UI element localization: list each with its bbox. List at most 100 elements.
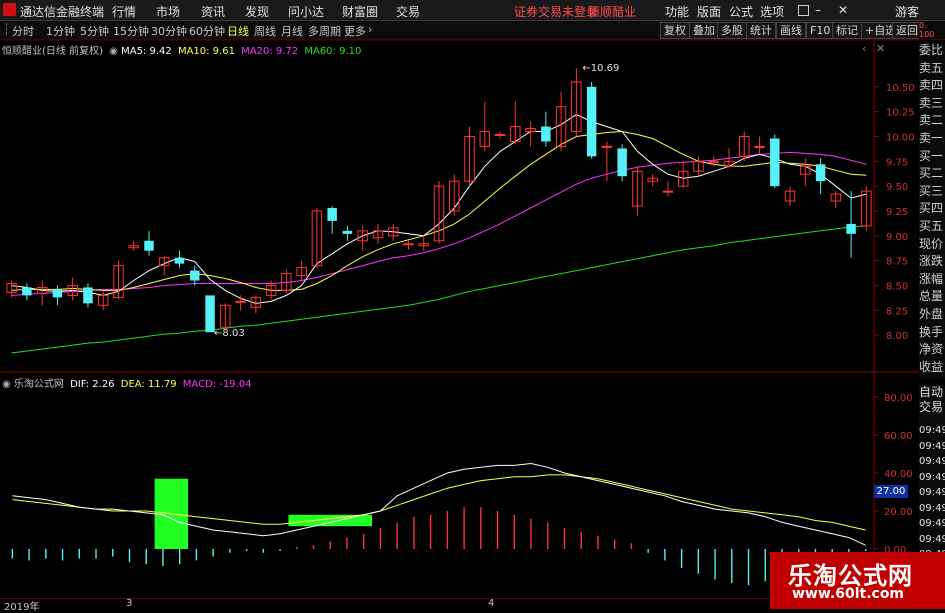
- quote-row-label: 委比: [919, 43, 944, 57]
- chart-collapse-icon[interactable]: ‹: [862, 42, 866, 55]
- dea-line: [12, 474, 866, 531]
- multi-stock-button[interactable]: 多股: [717, 22, 747, 39]
- quote-row-label: 卖一: [919, 130, 944, 145]
- ma60-line: [11, 225, 867, 354]
- menu-news[interactable]: 资讯: [201, 3, 225, 20]
- mark-button[interactable]: 标记: [832, 22, 862, 39]
- period-60min[interactable]: 60分钟: [189, 23, 225, 39]
- menu-options[interactable]: 选项: [760, 3, 784, 20]
- candle-body-up: [708, 160, 719, 163]
- adjust-button[interactable]: 复权: [660, 22, 690, 39]
- price-tick-label: 9.75: [886, 157, 908, 168]
- trade-time: 09:49: [919, 533, 945, 545]
- period-tick[interactable]: 分时: [12, 23, 34, 39]
- candle-body-up: [235, 300, 246, 303]
- overlay-button[interactable]: 叠加: [689, 22, 719, 39]
- settings-gear-icon[interactable]: ◉: [109, 46, 118, 57]
- period-15min[interactable]: 15分钟: [113, 23, 149, 39]
- price-legend: 恒顺醋业(日线 前复权) ◉ MA5: 9.42 MA10: 9.61 MA20…: [2, 42, 361, 57]
- candle-body-down: [541, 126, 551, 142]
- period-daily[interactable]: 日线: [227, 23, 249, 39]
- period-monthly[interactable]: 月线: [281, 23, 303, 39]
- window-icon[interactable]: [798, 5, 809, 16]
- toolbar-grip-icon: ┆: [3, 23, 10, 36]
- chart-area[interactable]: 10.50 10.25 10.00 9.75 9.50 9.25 9.00 8.75 8.50 8…: [0, 40, 919, 609]
- draw-line-button[interactable]: 画线: [776, 22, 806, 39]
- guest-label[interactable]: 游客: [895, 3, 919, 20]
- quote-panel: 委比 卖五 卖四 卖三 卖二 卖一 买一 买二 买三 买四 买五 现价 涨跌 涨幅 总量 外盘 换手 净资 收益: [919, 43, 945, 379]
- price-tick-label: 8.25: [886, 306, 908, 317]
- top-mark-2: 100: [919, 30, 935, 39]
- indicator-tick-label: 20.00: [884, 507, 913, 518]
- menu-function[interactable]: 功能: [665, 3, 689, 20]
- period-30min[interactable]: 30分钟: [151, 23, 187, 39]
- auto-trade-panel[interactable]: 自动 交易: [919, 385, 945, 425]
- price-tick-label: 9.50: [886, 182, 908, 193]
- candle-body-up: [601, 145, 613, 148]
- menu-market[interactable]: 市场: [156, 3, 180, 20]
- candle-body-up: [662, 190, 674, 193]
- f10-button[interactable]: F10: [806, 22, 835, 39]
- stats-button[interactable]: 统计: [746, 22, 776, 39]
- menu-layout[interactable]: 版面: [697, 3, 721, 20]
- top-mark-1: 0.: [919, 21, 927, 30]
- back-button[interactable]: 返回: [892, 22, 922, 39]
- quote-row-label: 买一: [919, 148, 944, 163]
- candle-body-down: [770, 138, 780, 187]
- indicator-gear-icon[interactable]: ◉: [2, 379, 11, 390]
- period-1min[interactable]: 1分钟: [46, 23, 75, 39]
- watermark-banner: 乐淘公式网 www.60lt.com: [770, 552, 945, 609]
- candle-body-down: [342, 230, 353, 234]
- quote-row-label: 买三: [919, 183, 944, 198]
- menu-formula[interactable]: 公式: [729, 3, 753, 20]
- trade-time: 09:49: [919, 440, 945, 452]
- chart-close-icon[interactable]: ✕: [876, 42, 885, 55]
- quote-row-label: 涨幅: [919, 271, 944, 286]
- indicator-chart: [11, 462, 867, 586]
- app-logo-icon[interactable]: [3, 3, 16, 16]
- quote-row-label: 换手: [919, 324, 944, 339]
- price-tick-label: 9.00: [886, 232, 908, 243]
- indicator-tick-label: 40.00: [884, 469, 913, 480]
- dif-line: [12, 462, 866, 546]
- candle-body-up: [403, 243, 414, 246]
- period-weekly[interactable]: 周线: [254, 23, 276, 39]
- menu-discover[interactable]: 发现: [245, 3, 269, 20]
- candle-body-down: [144, 240, 154, 251]
- indicator-tick-label: 60.00: [884, 431, 913, 442]
- minimize-icon[interactable]: –: [815, 3, 821, 17]
- candle-body-down: [815, 164, 826, 182]
- trade-time: 09:49: [919, 425, 945, 436]
- high-price-label: ←10.69: [582, 63, 619, 74]
- quote-row-label: 买二: [919, 166, 944, 181]
- login-notice[interactable]: 证券交易未登录: [514, 3, 598, 20]
- app-title: 通达信金融终端: [20, 5, 105, 19]
- time-list: 09:49 09:49 09:49 09:49 09:49 09:49 09:49 09:49…: [919, 423, 945, 560]
- quote-row-label: 买四: [919, 201, 944, 216]
- cursor-value-box: 27.00: [874, 485, 908, 498]
- quote-row-label: 买五: [919, 218, 944, 233]
- chevron-right-icon[interactable]: ›: [368, 23, 372, 36]
- period-toolbar: ┆ 分时 1分钟 5分钟 15分钟 30分钟 60分钟 日线 周线 月线 多周期…: [0, 21, 945, 40]
- menu-bar: 通达信金融终端 行情 市场 资讯 发现 问小达 财富圈 交易 证券交易未登录 恒…: [0, 0, 945, 21]
- dif-label: DIF: 2.26: [70, 379, 115, 390]
- ma60-label: MA60: 9.10: [304, 46, 362, 57]
- candle-body-down: [617, 148, 627, 177]
- candle-body-down: [205, 295, 215, 333]
- trade-time: 09:49: [919, 456, 945, 467]
- quote-row-label: 现价: [919, 236, 944, 251]
- candle-body-up: [754, 145, 765, 148]
- close-icon[interactable]: ✕: [838, 3, 848, 17]
- menu-quote[interactable]: 行情: [112, 3, 136, 20]
- menu-ask[interactable]: 问小达: [288, 3, 324, 20]
- menu-trade[interactable]: 交易: [396, 3, 420, 20]
- price-tick-label: 8.75: [886, 257, 908, 268]
- indicator-legend: ◉ 乐淘公式网 DIF: 2.26 DEA: 11.79 MACD: -19.0…: [2, 375, 252, 390]
- stock-notice: 恒顺醋业: [588, 5, 637, 19]
- menu-wealth[interactable]: 财富圈: [342, 3, 378, 20]
- period-more[interactable]: 更多: [344, 23, 366, 39]
- period-5min[interactable]: 5分钟: [80, 23, 109, 39]
- quote-row-label: 总量: [919, 289, 944, 304]
- period-multi[interactable]: 多周期: [308, 23, 341, 39]
- candle-body-down: [174, 257, 185, 264]
